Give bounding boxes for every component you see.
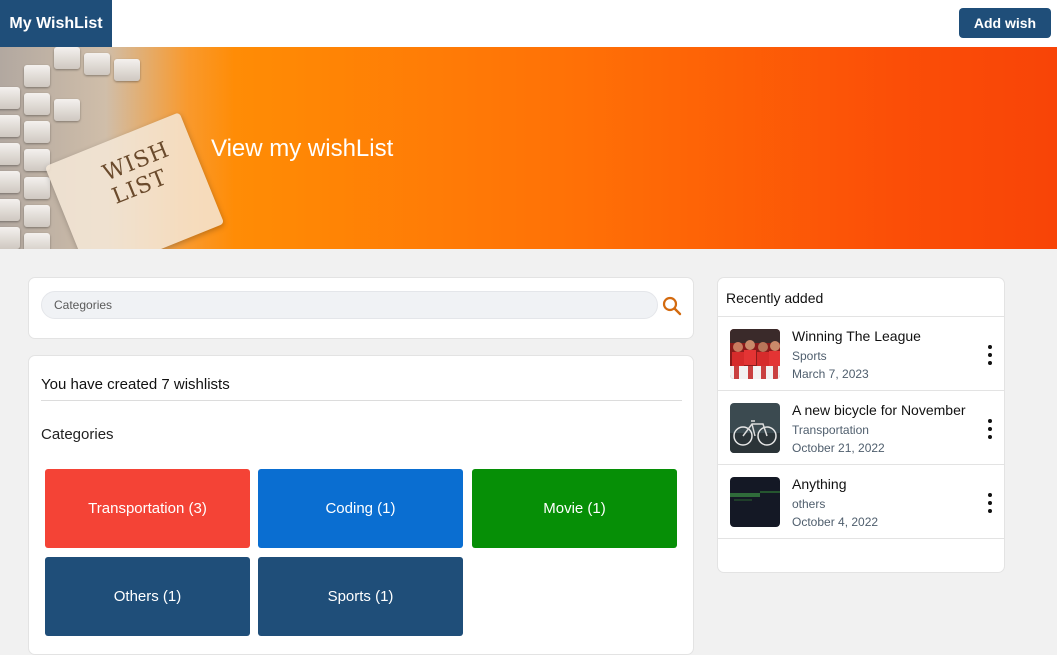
add-wish-button[interactable]: Add wish bbox=[959, 8, 1051, 38]
wishlist-summary-card: You have created 7 wishlists Categories … bbox=[28, 355, 694, 655]
recent-item-date: March 7, 2023 bbox=[792, 367, 869, 381]
category-tile-movie[interactable]: Movie (1) bbox=[472, 469, 677, 548]
recent-item-title: A new bicycle for November bbox=[792, 402, 966, 418]
search-icon[interactable] bbox=[661, 295, 683, 317]
recent-item-title: Winning The League bbox=[792, 328, 921, 344]
more-options-icon[interactable] bbox=[986, 345, 994, 365]
recently-added-card: Recently added Winning The League Sports… bbox=[717, 277, 1005, 573]
top-navbar: My WishList Add wish bbox=[0, 0, 1057, 47]
category-tile-coding[interactable]: Coding (1) bbox=[258, 469, 463, 548]
item-thumbnail-bicycle bbox=[730, 403, 780, 453]
recent-item-title: Anything bbox=[792, 476, 847, 492]
search-card bbox=[28, 277, 694, 339]
category-search-input[interactable] bbox=[41, 291, 658, 319]
item-thumbnail-football-team bbox=[730, 329, 780, 379]
wishlist-keyboard-image: WISH LIST bbox=[0, 47, 235, 249]
recently-added-title: Recently added bbox=[726, 290, 824, 306]
recent-item-category: Transportation bbox=[792, 423, 869, 437]
more-options-icon[interactable] bbox=[986, 493, 994, 513]
item-thumbnail-dark bbox=[730, 477, 780, 527]
recent-item-category: Sports bbox=[792, 349, 827, 363]
category-tile-sports[interactable]: Sports (1) bbox=[258, 557, 463, 636]
category-tile-others[interactable]: Others (1) bbox=[45, 557, 250, 636]
divider bbox=[41, 400, 682, 401]
recent-item-date: October 21, 2022 bbox=[792, 441, 885, 455]
recent-item[interactable]: A new bicycle for November Transportatio… bbox=[718, 391, 1004, 464]
recent-item-date: October 4, 2022 bbox=[792, 515, 879, 529]
categories-heading: Categories bbox=[41, 426, 114, 443]
recent-item[interactable]: Anything others October 4, 2022 bbox=[718, 465, 1004, 538]
hero-title: View my wishList bbox=[211, 135, 394, 162]
more-options-icon[interactable] bbox=[986, 419, 994, 439]
category-tile-transportation[interactable]: Transportation (3) bbox=[45, 469, 250, 548]
hero-banner: WISH LIST View my wishList bbox=[0, 47, 1057, 249]
recent-item-category: others bbox=[792, 497, 826, 511]
divider bbox=[718, 538, 1004, 539]
wishlist-count-text: You have created 7 wishlists bbox=[41, 376, 230, 393]
recent-item[interactable]: Winning The League Sports March 7, 2023 bbox=[718, 317, 1004, 390]
brand-logo[interactable]: My WishList bbox=[0, 0, 112, 47]
